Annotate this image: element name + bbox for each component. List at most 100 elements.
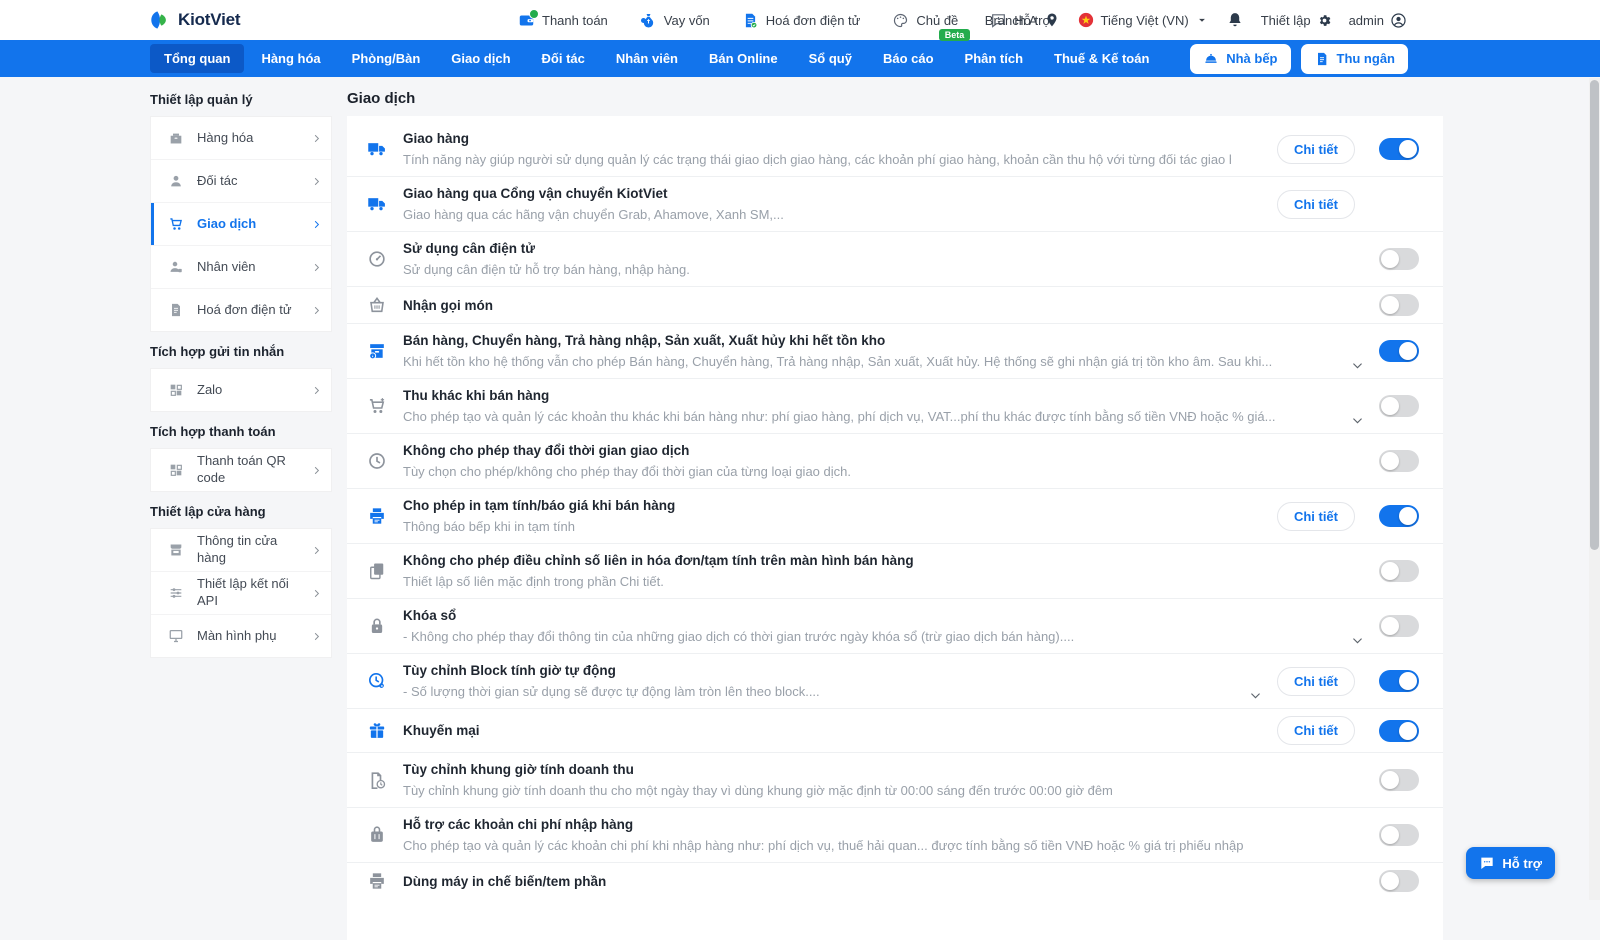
- toggle-switch[interactable]: [1379, 138, 1419, 160]
- sidebar-item[interactable]: Đối tác: [151, 160, 331, 203]
- detail-button[interactable]: Chi tiết: [1277, 135, 1355, 164]
- nav-tab[interactable]: Nhân viên: [602, 44, 692, 73]
- nav-tab[interactable]: Tổng quan: [150, 44, 244, 73]
- toggle-knob: [1381, 452, 1399, 470]
- nav-tab[interactable]: Hàng hóa: [247, 44, 334, 73]
- setting-description: - Không cho phép thay đổi thông tin của …: [403, 628, 1333, 646]
- chevron-down-icon[interactable]: [1350, 358, 1365, 373]
- setting-actions: [1379, 395, 1419, 417]
- sidebar-item-label: Giao dịch: [197, 216, 297, 233]
- chevron-down-icon[interactable]: [1248, 688, 1263, 703]
- nav-tab[interactable]: Phòng/Bàn: [338, 44, 435, 73]
- sidebar-item[interactable]: Thanh toán QR code: [151, 449, 331, 491]
- topbar-menu: Thanh toán Vay vốn Hoá đơn điện tử Chủ đềBe…: [518, 0, 1051, 40]
- setting-actions: [1379, 560, 1419, 582]
- nav-tab[interactable]: Sổ quỹ: [795, 44, 866, 73]
- nav-action-button[interactable]: Thu ngân: [1301, 44, 1409, 74]
- language-selector[interactable]: Tiếng Việt (VN): [1077, 11, 1209, 29]
- partner-icon: [168, 173, 184, 189]
- page-scrollbar[interactable]: [1589, 78, 1600, 900]
- nav-action-label: Nhà bếp: [1226, 51, 1277, 66]
- kiotviet-logo[interactable]: KiotViet: [148, 0, 240, 40]
- kiotviet-leaf-icon: [148, 9, 170, 31]
- sidebar-item[interactable]: Thông tin cửa hàng: [151, 529, 331, 572]
- setting-title: Khóa sổ: [403, 606, 1333, 625]
- toggle-knob: [1381, 296, 1399, 314]
- chevron-down-icon[interactable]: [1350, 633, 1365, 648]
- sidebar-item-label: Thông tin cửa hàng: [197, 533, 297, 567]
- qr-icon: [168, 462, 184, 478]
- setting-row: Tùy chỉnh Block tính giờ tự động- Số lượ…: [347, 654, 1443, 709]
- toggle-switch[interactable]: [1379, 720, 1419, 742]
- toggle-switch[interactable]: [1379, 505, 1419, 527]
- sidebar-item[interactable]: Zalo: [151, 369, 331, 411]
- nav-tab[interactable]: Báo cáo: [869, 44, 948, 73]
- nav-tab[interactable]: Thuế & Kế toán: [1040, 44, 1163, 73]
- toggle-switch[interactable]: [1379, 870, 1419, 892]
- branch-selector[interactable]: Branch A: [985, 12, 1060, 28]
- toggle-knob: [1381, 397, 1399, 415]
- sidebar-item[interactable]: Giao dịch: [151, 203, 331, 246]
- user-menu[interactable]: admin: [1349, 12, 1407, 29]
- setting-description: - Số lượng thời gian sử dụng sẽ được tự …: [403, 683, 1231, 701]
- page-title: Giao dịch: [347, 90, 415, 107]
- setting-row-text: Sử dụng cân điện tửSử dụng cân điện tử h…: [403, 239, 1371, 279]
- beta-badge: Beta: [939, 29, 971, 41]
- sidebar-item[interactable]: Nhân viên: [151, 246, 331, 289]
- topbar-item[interactable]: Hoá đơn điện tử: [742, 12, 861, 29]
- setting-title: Cho phép in tạm tính/báo giá khi bán hàn…: [403, 496, 1231, 515]
- detail-button[interactable]: Chi tiết: [1277, 667, 1355, 696]
- sidebar-item[interactable]: Màn hình phụ: [151, 615, 331, 657]
- sidebar-item-label: Nhân viên: [197, 259, 297, 276]
- sidebar-item[interactable]: Thiết lập kết nối API: [151, 572, 331, 615]
- toggle-switch[interactable]: [1379, 769, 1419, 791]
- topbar-item[interactable]: Vay vốn: [640, 12, 710, 29]
- detail-button[interactable]: Chi tiết: [1277, 716, 1355, 745]
- support-button[interactable]: Hỗ trợ: [1466, 847, 1555, 879]
- setting-actions: [1379, 294, 1419, 316]
- toggle-switch[interactable]: [1379, 340, 1419, 362]
- nav-tab[interactable]: Bán Online: [695, 44, 792, 73]
- chevron-down-icon[interactable]: [1350, 413, 1365, 428]
- sidebar-item[interactable]: Hàng hóa: [151, 117, 331, 160]
- setting-row: Bán hàng, Chuyển hàng, Trả hàng nhập, Sả…: [347, 324, 1443, 379]
- setting-row-text: Tùy chỉnh Block tính giờ tự động- Số lượ…: [403, 661, 1269, 701]
- nav-tab[interactable]: Giao dịch: [437, 44, 524, 73]
- sidebar-item[interactable]: Hoá đơn điện tử: [151, 289, 331, 331]
- topbar-item-label: Chủ đề: [916, 13, 958, 28]
- settings-list: Giao hàngTính năng này giúp người sử dụn…: [347, 116, 1443, 940]
- toggle-switch[interactable]: [1379, 670, 1419, 692]
- setting-row: Giao hàngTính năng này giúp người sử dụn…: [347, 122, 1443, 177]
- setting-title: Giao hàng: [403, 129, 1231, 148]
- scrollbar-thumb[interactable]: [1590, 80, 1599, 550]
- toggle-switch[interactable]: [1379, 824, 1419, 846]
- toggle-switch[interactable]: [1379, 615, 1419, 637]
- bell-icon[interactable]: [1226, 11, 1244, 29]
- branch-label: Branch A: [985, 13, 1038, 28]
- topbar-item[interactable]: Chủ đềBeta: [892, 12, 958, 29]
- toggle-switch[interactable]: [1379, 248, 1419, 270]
- detail-button[interactable]: Chi tiết: [1277, 502, 1355, 531]
- detail-button[interactable]: Chi tiết: [1277, 190, 1355, 219]
- location-pin-icon: [1044, 12, 1060, 28]
- basket-icon: [365, 295, 389, 315]
- sidebar-item-label: Màn hình phụ: [197, 628, 297, 645]
- setting-description: Thông báo bếp khi in tạm tính: [403, 518, 1231, 536]
- toggle-switch[interactable]: [1379, 450, 1419, 472]
- sidebar-group: Zalo: [150, 368, 332, 412]
- nav-tab[interactable]: Phân tích: [951, 44, 1038, 73]
- topbar-item[interactable]: Thanh toán: [518, 12, 608, 29]
- chevron-right-icon: [310, 587, 323, 600]
- main-nav: Tổng quanHàng hóaPhòng/BànGiao dịchĐối t…: [0, 40, 1600, 77]
- nav-tab[interactable]: Đối tác: [528, 44, 599, 73]
- product-icon: [168, 130, 184, 146]
- toggle-switch[interactable]: [1379, 395, 1419, 417]
- sidebar-item-label: Thanh toán QR code: [197, 453, 297, 487]
- toggle-switch[interactable]: [1379, 294, 1419, 316]
- setting-title: Khuyến mại: [403, 721, 1231, 740]
- gear-icon: [1317, 13, 1332, 28]
- toggle-switch[interactable]: [1379, 560, 1419, 582]
- setting-row: Giao hàng qua Cổng vận chuyển KiotVietGi…: [347, 177, 1443, 232]
- settings-link[interactable]: Thiết lập: [1261, 13, 1332, 28]
- nav-action-button[interactable]: Nhà bếp: [1190, 44, 1290, 74]
